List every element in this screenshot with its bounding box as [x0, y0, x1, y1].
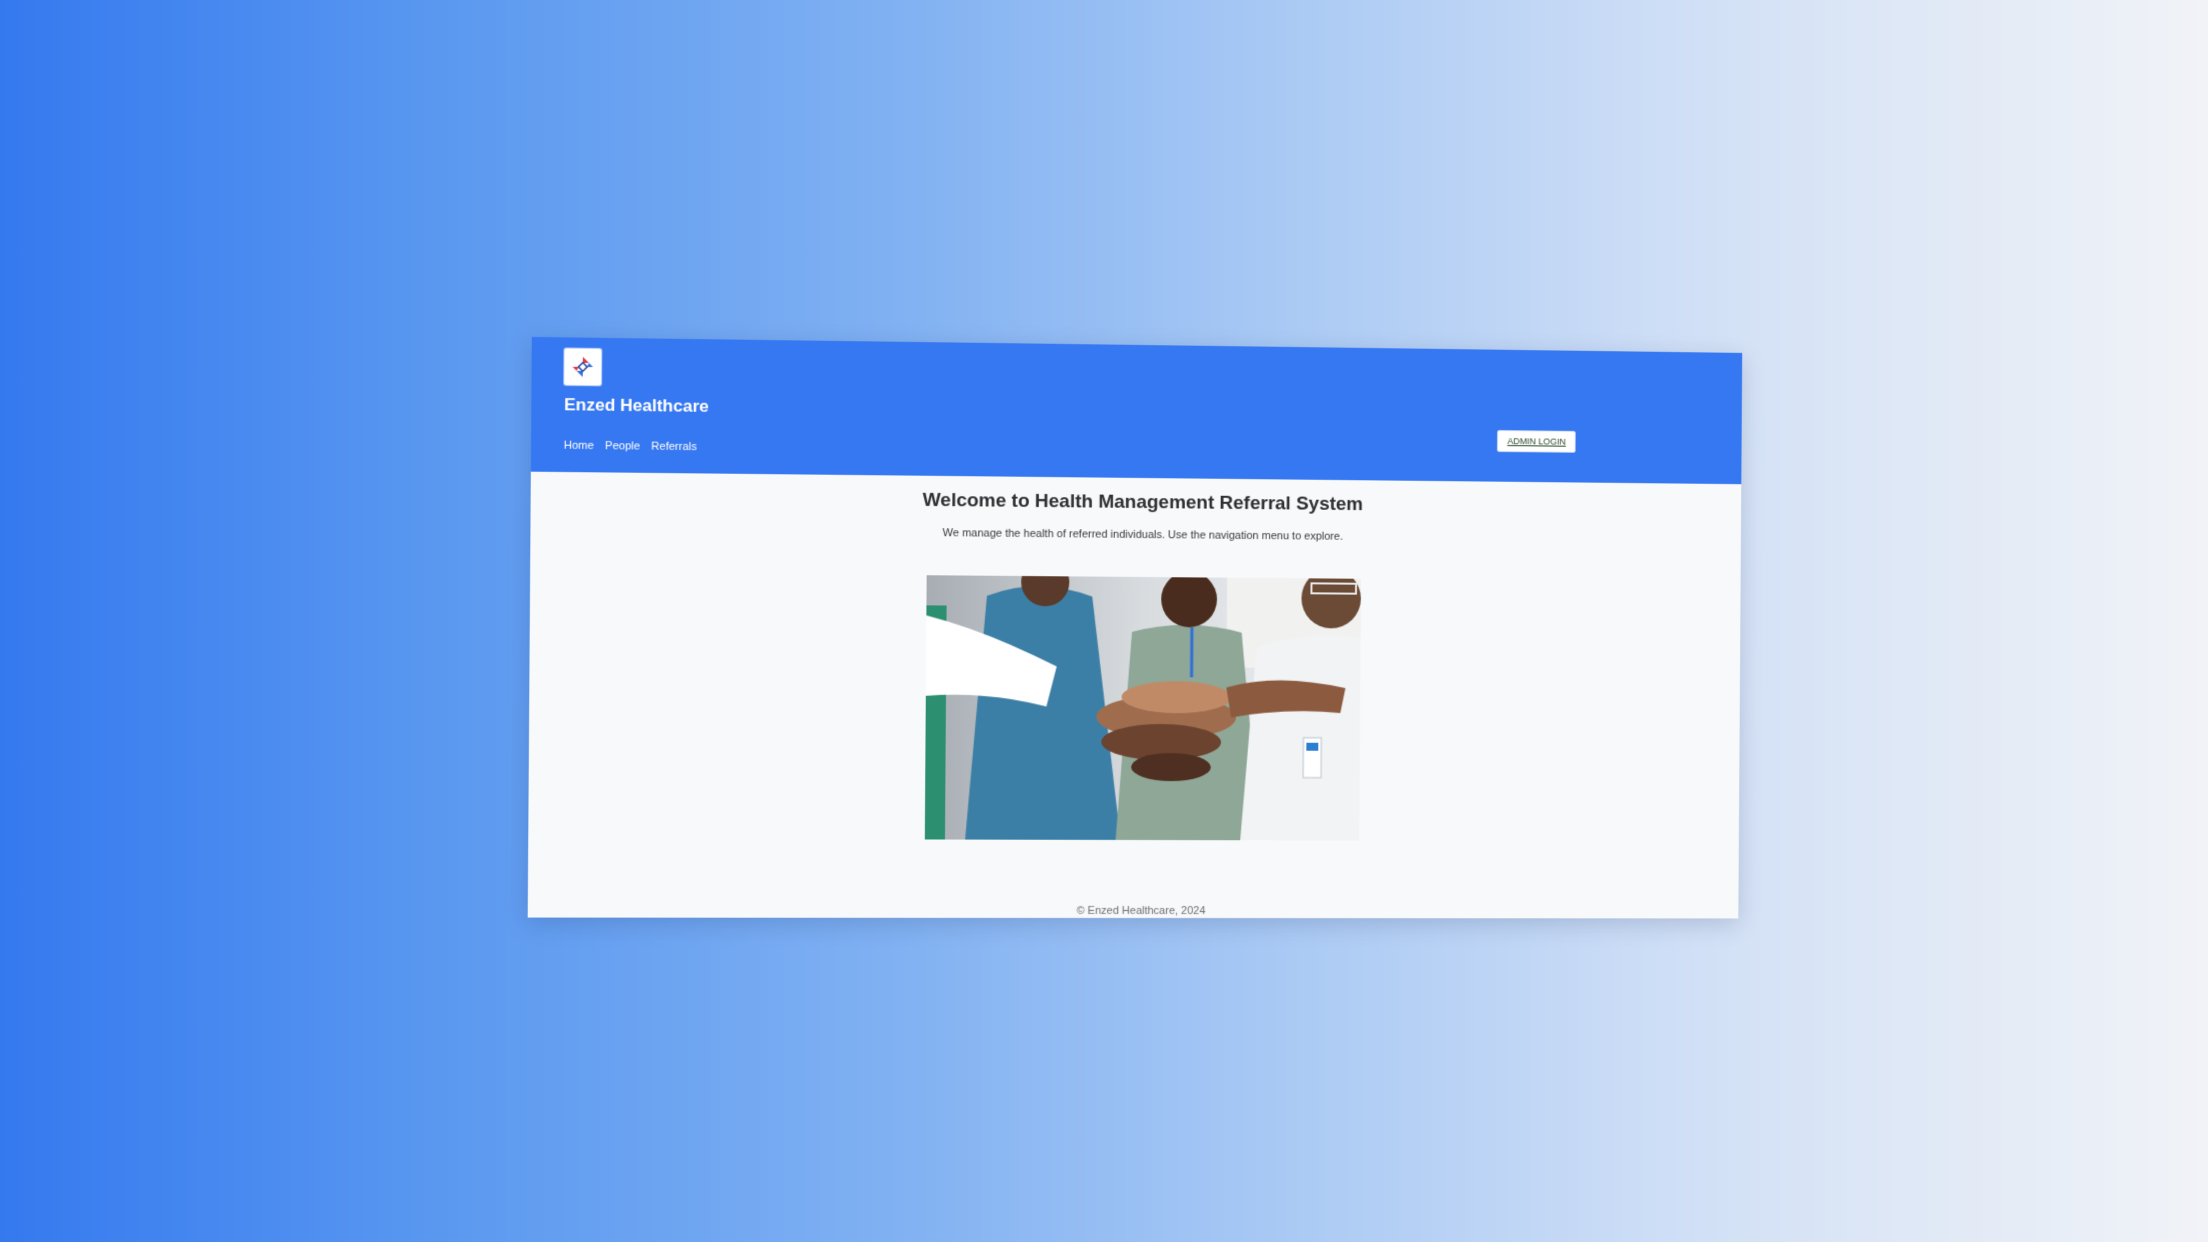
main-content: Welcome to Health Management Referral Sy…: [528, 472, 1742, 919]
nav-people[interactable]: People: [605, 440, 640, 453]
admin-login-button[interactable]: ADMIN LOGIN: [1497, 430, 1576, 453]
nav-home[interactable]: Home: [564, 440, 594, 452]
browser-page: Enzed Healthcare Home People Referrals A…: [527, 336, 1743, 919]
brand-name: Enzed Healthcare: [564, 395, 709, 416]
team-hands-photo: [924, 575, 1362, 841]
nav-referrals[interactable]: Referrals: [651, 441, 697, 454]
logo-icon[interactable]: [564, 348, 602, 386]
hero-image: [924, 575, 1362, 841]
page-subtitle: We manage the health of referred individ…: [942, 527, 1344, 543]
footer-copyright: © Enzed Healthcare, 2024: [1076, 904, 1206, 918]
main-nav: Home People Referrals: [564, 440, 697, 454]
page-title: Welcome to Health Management Referral Sy…: [922, 489, 1364, 516]
site-header: Enzed Healthcare Home People Referrals A…: [530, 336, 1743, 485]
